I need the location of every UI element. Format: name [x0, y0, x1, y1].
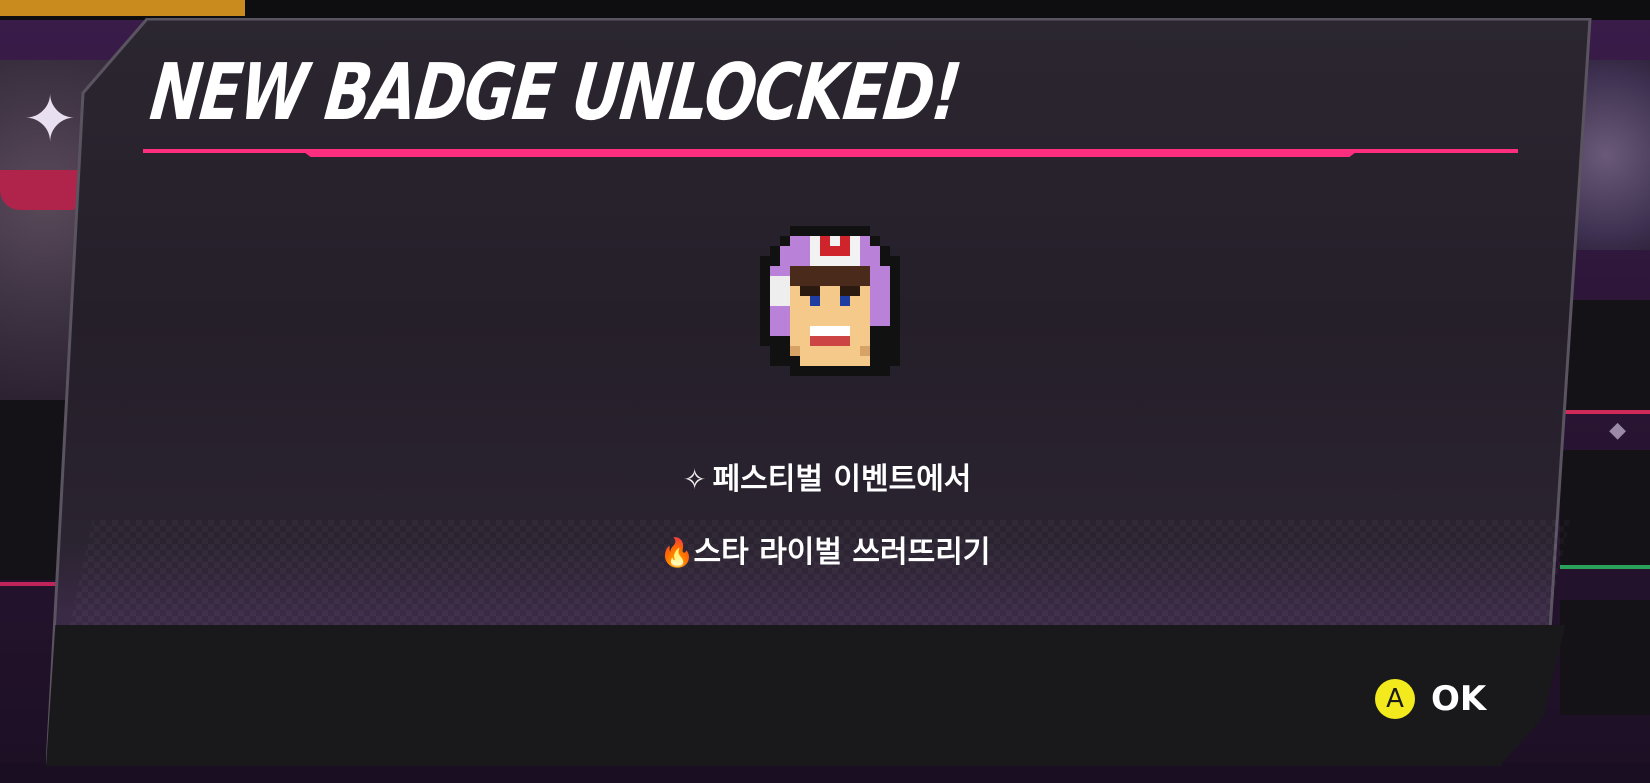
badge-condition-line-1: ✧ 페스티벌 이벤트에서: [0, 454, 1650, 498]
title-underline-thick: [300, 149, 1360, 157]
top-bar-accent: [0, 0, 245, 16]
badge-condition-line-2: 🔥스타 라이벌 쓰러뜨리기: [0, 527, 1650, 571]
background-panel-right-3: [1560, 600, 1650, 715]
background-bottom-strip: [0, 763, 1650, 783]
background-panel-right-1: [1560, 300, 1650, 414]
dialog-footer: [46, 625, 1566, 766]
top-bar: [0, 0, 1650, 20]
badge-condition-text-1: 페스티벌 이벤트에서: [712, 462, 972, 497]
game-screen: ✦ ◆ NEW BADGE UNLOCKED! ✧ 페스티벌 이벤트에서 🔥스타…: [0, 0, 1650, 783]
ok-button[interactable]: A OK: [1375, 678, 1486, 720]
sparkle-decoration-icon: ✦: [23, 83, 77, 157]
helmet-wrestler-badge-icon: [760, 226, 900, 376]
a-button-icon: A: [1375, 679, 1415, 719]
gem-icon: ◆: [1609, 418, 1626, 443]
flame-icon: 🔥: [659, 536, 695, 569]
background-hat-decoration: [0, 170, 90, 210]
sparkle-icon: ✧: [682, 463, 707, 496]
ok-label: OK: [1431, 679, 1487, 719]
badge-condition-text-2: 스타 라이벌 쓰러뜨리기: [693, 535, 991, 570]
dialog-title: NEW BADGE UNLOCKED!: [146, 48, 965, 138]
